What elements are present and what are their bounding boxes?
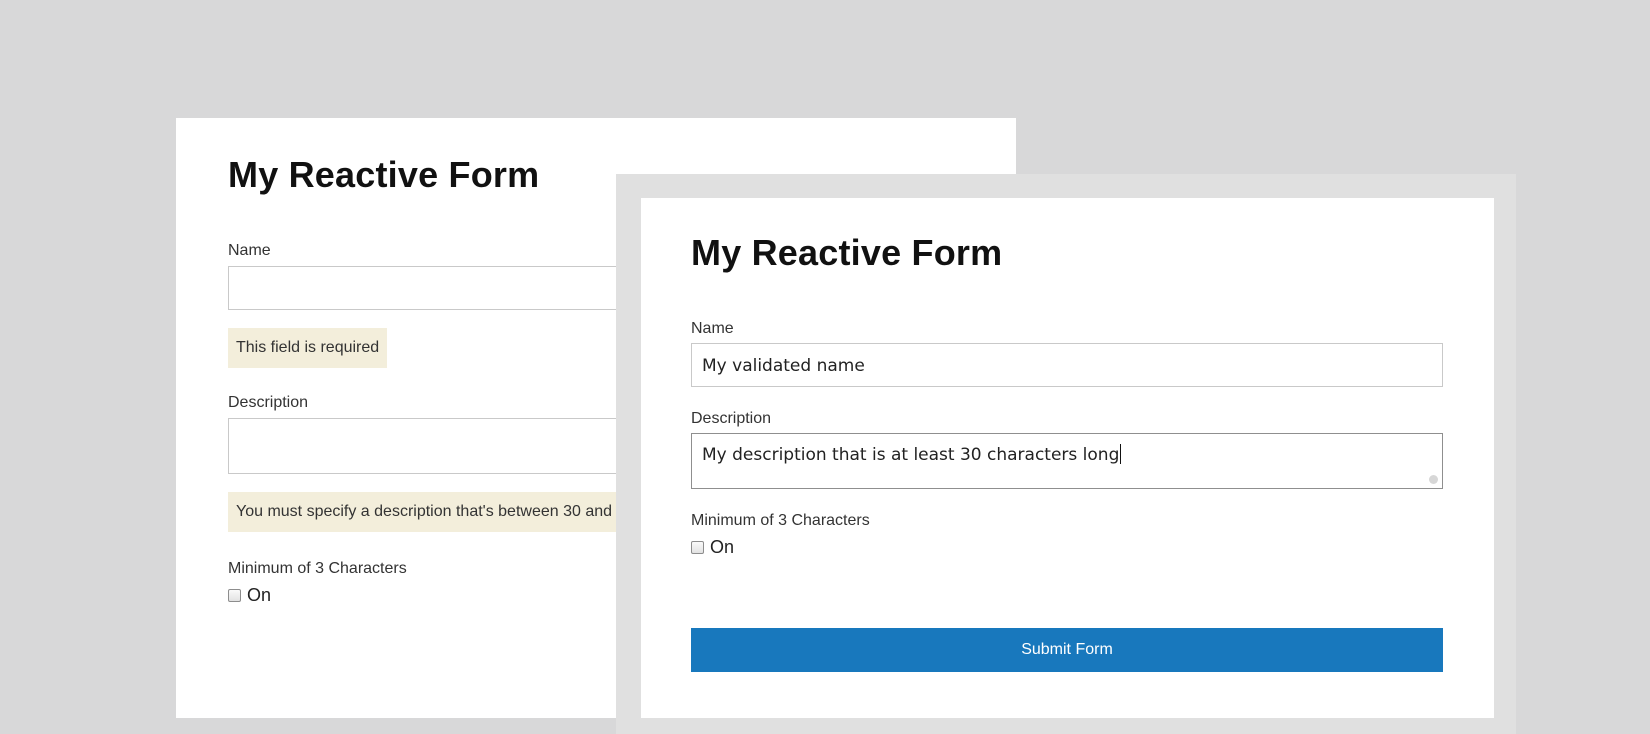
resize-handle-icon[interactable] [1429,475,1438,484]
min-characters-label: Minimum of 3 Characters [228,560,407,577]
name-error-message: This field is required [228,328,388,368]
name-label: Name [691,320,734,337]
checkbox-option-label: On [710,537,735,557]
form-title: My Reactive Form [228,154,540,195]
form-title: My Reactive Form [691,232,1003,273]
name-input[interactable]: My validated name [691,343,1443,387]
description-label: Description [228,394,309,411]
description-label: Description [691,410,772,427]
min-characters-checkbox[interactable] [228,589,241,602]
name-label: Name [228,242,271,259]
description-text: My description that is at least 30 chara… [702,445,1120,465]
description-textarea[interactable]: My description that is at least 30 chara… [691,433,1443,489]
reactive-form-valid: My Reactive Form Name My validated name … [641,198,1494,718]
checkbox-option-label: On [247,585,272,605]
text-caret [1120,444,1122,464]
min-characters-label: Minimum of 3 Characters [691,512,870,529]
submit-button[interactable]: Submit Form [691,628,1443,672]
min-characters-checkbox[interactable] [691,541,704,554]
